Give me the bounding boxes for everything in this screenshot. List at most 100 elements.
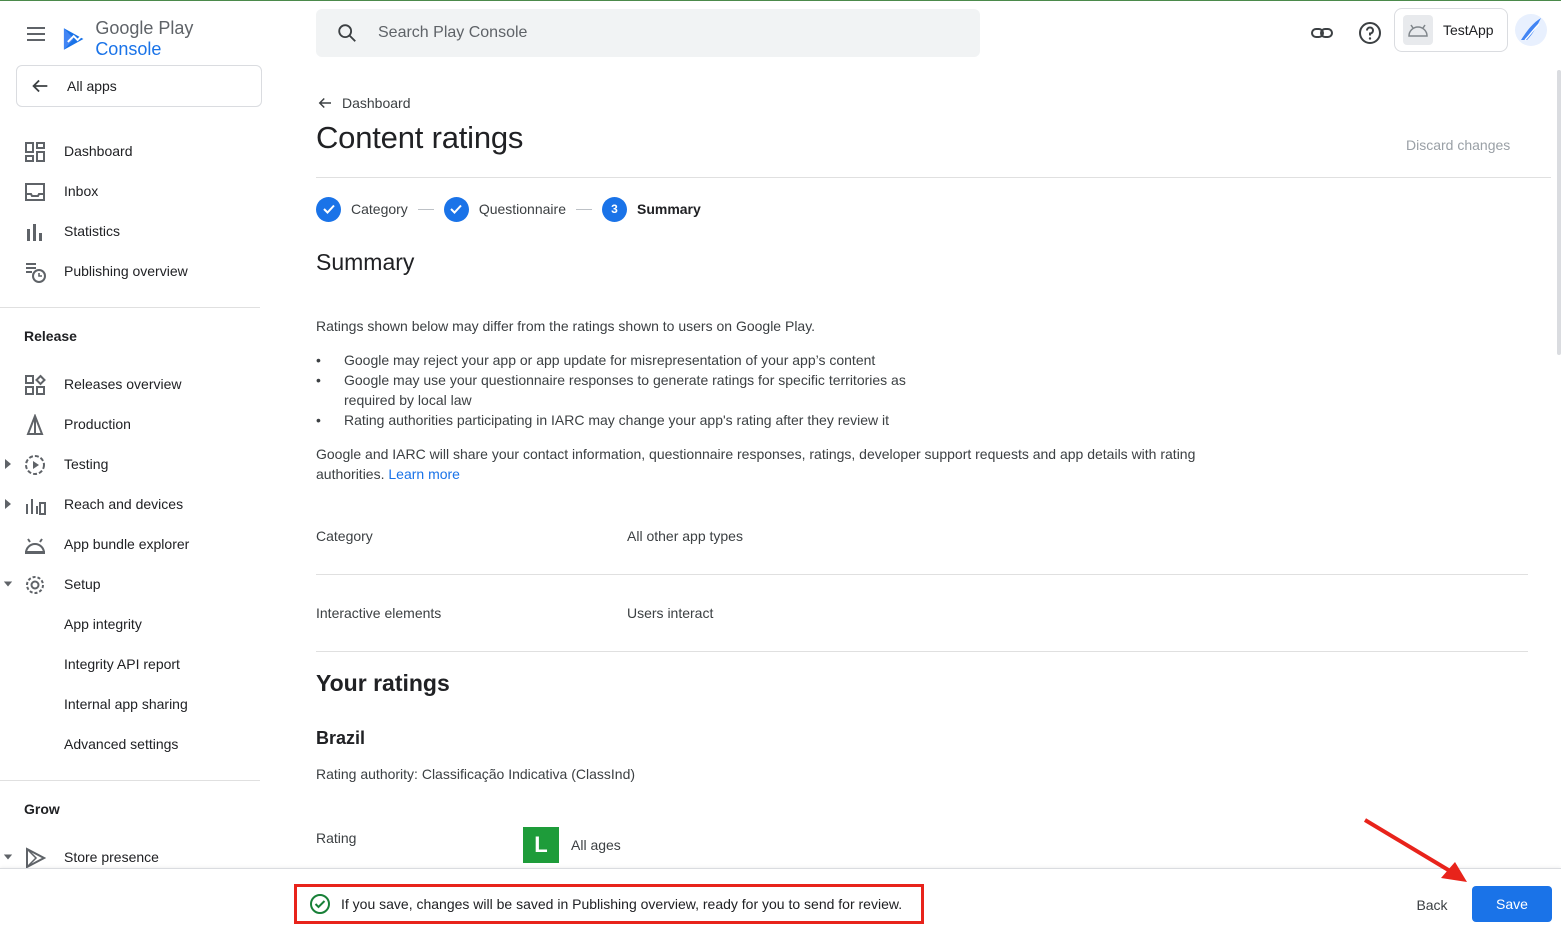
link-icon[interactable] [1310,21,1334,45]
nav-top: Dashboard Inbox Statistics Publishing ov… [0,131,260,291]
annotation-arrow [1363,818,1467,882]
share-notice: Google and IARC will share your contact … [316,444,1196,484]
save-button[interactable]: Save [1472,886,1552,922]
sidebar-item-production[interactable]: Production [0,404,260,444]
sidebar-item-label: App bundle explorer [64,536,190,552]
sidebar-item-label: Testing [64,456,109,472]
sidebar-divider [0,307,260,308]
sidebar-item-label: Integrity API report [64,656,180,672]
step-connector [575,208,592,210]
app-thumbnail [1403,15,1433,45]
check-circle-icon [310,894,330,914]
step-label: Questionnaire [478,201,566,217]
country-heading: Brazil [316,728,366,748]
save-notice: If you save, changes will be saved in Pu… [294,884,924,924]
search-bar[interactable] [316,9,980,57]
releases-overview-icon [25,374,46,395]
sidebar-item-setup[interactable]: Setup [0,564,260,604]
collapse-caret-icon[interactable] [3,578,13,590]
menu-icon[interactable] [24,22,48,46]
check-icon [316,196,341,222]
section-heading-your-ratings: Your ratings [316,670,450,696]
sidebar-divider [0,780,260,781]
sidebar-item-advanced-settings[interactable]: Advanced settings [0,724,260,764]
expand-caret-icon[interactable] [3,498,13,510]
category-label: Category [316,528,373,544]
sidebar-item-app-integrity[interactable]: App integrity [0,604,260,644]
production-icon [26,414,44,435]
step-questionnaire[interactable]: Questionnaire [443,196,566,222]
sidebar-item-label: Publishing overview [64,263,188,279]
play-console-logo[interactable]: Google Play Console [62,18,260,60]
back-button[interactable]: Back [1406,887,1458,923]
nav-release: Releases overview Production Testing Rea… [0,364,260,764]
reach-devices-icon [26,499,46,515]
rating-label: Rating [316,830,357,846]
help-icon[interactable] [1358,21,1382,45]
sidebar-item-inbox[interactable]: Inbox [0,171,260,211]
bullet-list: Google may reject your app or app update… [316,350,936,430]
sidebar-item-label: Setup [64,576,101,592]
rating-authority: Rating authority: Classificação Indicati… [316,766,636,782]
avatar[interactable] [1515,14,1547,46]
step-label: Summary [636,201,701,217]
list-item: Google may use your questionnaire respon… [316,370,936,410]
sidebar-item-app-bundle-explorer[interactable]: App bundle explorer [0,524,260,564]
sidebar-item-label: Production [64,416,131,432]
section-heading-release: Release [24,328,77,344]
save-notice-text: If you save, changes will be saved in Pu… [341,896,903,912]
row-divider [316,574,1528,575]
sidebar-item-releases-overview[interactable]: Releases overview [0,364,260,404]
sidebar: Google Play Console All apps Dashboard I… [0,0,262,870]
section-heading-grow: Grow [24,801,60,817]
sidebar-item-statistics[interactable]: Statistics [0,211,260,251]
category-value: All other app types [627,528,743,544]
sidebar-item-dashboard[interactable]: Dashboard [0,131,260,171]
bar-chart-icon [27,224,42,241]
sidebar-item-internal-app-sharing[interactable]: Internal app sharing [0,684,260,724]
sidebar-item-label: Dashboard [64,143,133,159]
play-console-logo-icon [63,28,87,50]
search-input[interactable] [378,24,918,42]
sidebar-item-reach-and-devices[interactable]: Reach and devices [0,484,260,524]
sidebar-item-integrity-api-report[interactable]: Integrity API report [0,644,260,684]
arrow-back-icon [32,79,48,93]
app-switcher[interactable]: TestApp [1394,8,1508,52]
step-number: 3 [601,196,627,222]
arrow-back-icon [318,97,331,109]
scrollbar[interactable] [1557,70,1561,355]
collapse-caret-icon[interactable] [3,851,13,863]
sidebar-item-label: Statistics [64,223,121,239]
row-divider [316,651,1528,652]
step-label: Category [351,201,408,217]
footer-bar: If you save, changes will be saved in Pu… [0,868,1561,928]
list-item: Rating authorities participating in IARC… [316,410,936,430]
sidebar-item-testing[interactable]: Testing [0,444,260,484]
sidebar-item-label: Inbox [64,183,99,199]
page-title: Content ratings [316,120,524,155]
learn-more-link[interactable]: Learn more [388,466,460,482]
all-apps-button[interactable]: All apps [16,65,262,107]
discard-changes-button[interactable]: Discard changes [1406,137,1510,153]
play-store-icon [26,847,46,869]
breadcrumb-label: Dashboard [342,95,411,111]
sidebar-item-label: Store presence [64,849,159,865]
logo-accent-text: Console [95,39,162,59]
all-apps-label: All apps [67,78,117,94]
android-icon [1408,24,1428,37]
interactive-elements-value: Users interact [627,605,714,621]
sidebar-item-label: Releases overview [64,376,182,392]
breadcrumb[interactable]: Dashboard [316,94,411,112]
title-divider [316,177,1551,178]
sidebar-item-label: Internal app sharing [64,696,188,712]
gear-icon [26,576,44,594]
step-category[interactable]: Category [316,196,408,222]
expand-caret-icon[interactable] [3,458,13,470]
sidebar-item-publishing-overview[interactable]: Publishing overview [0,251,260,291]
section-heading-summary: Summary [316,249,415,275]
step-connector [417,208,434,210]
step-summary[interactable]: 3 Summary [601,196,701,222]
rating-badge: L [523,827,559,863]
search-icon [338,24,356,42]
sidebar-item-label: App integrity [64,616,142,632]
